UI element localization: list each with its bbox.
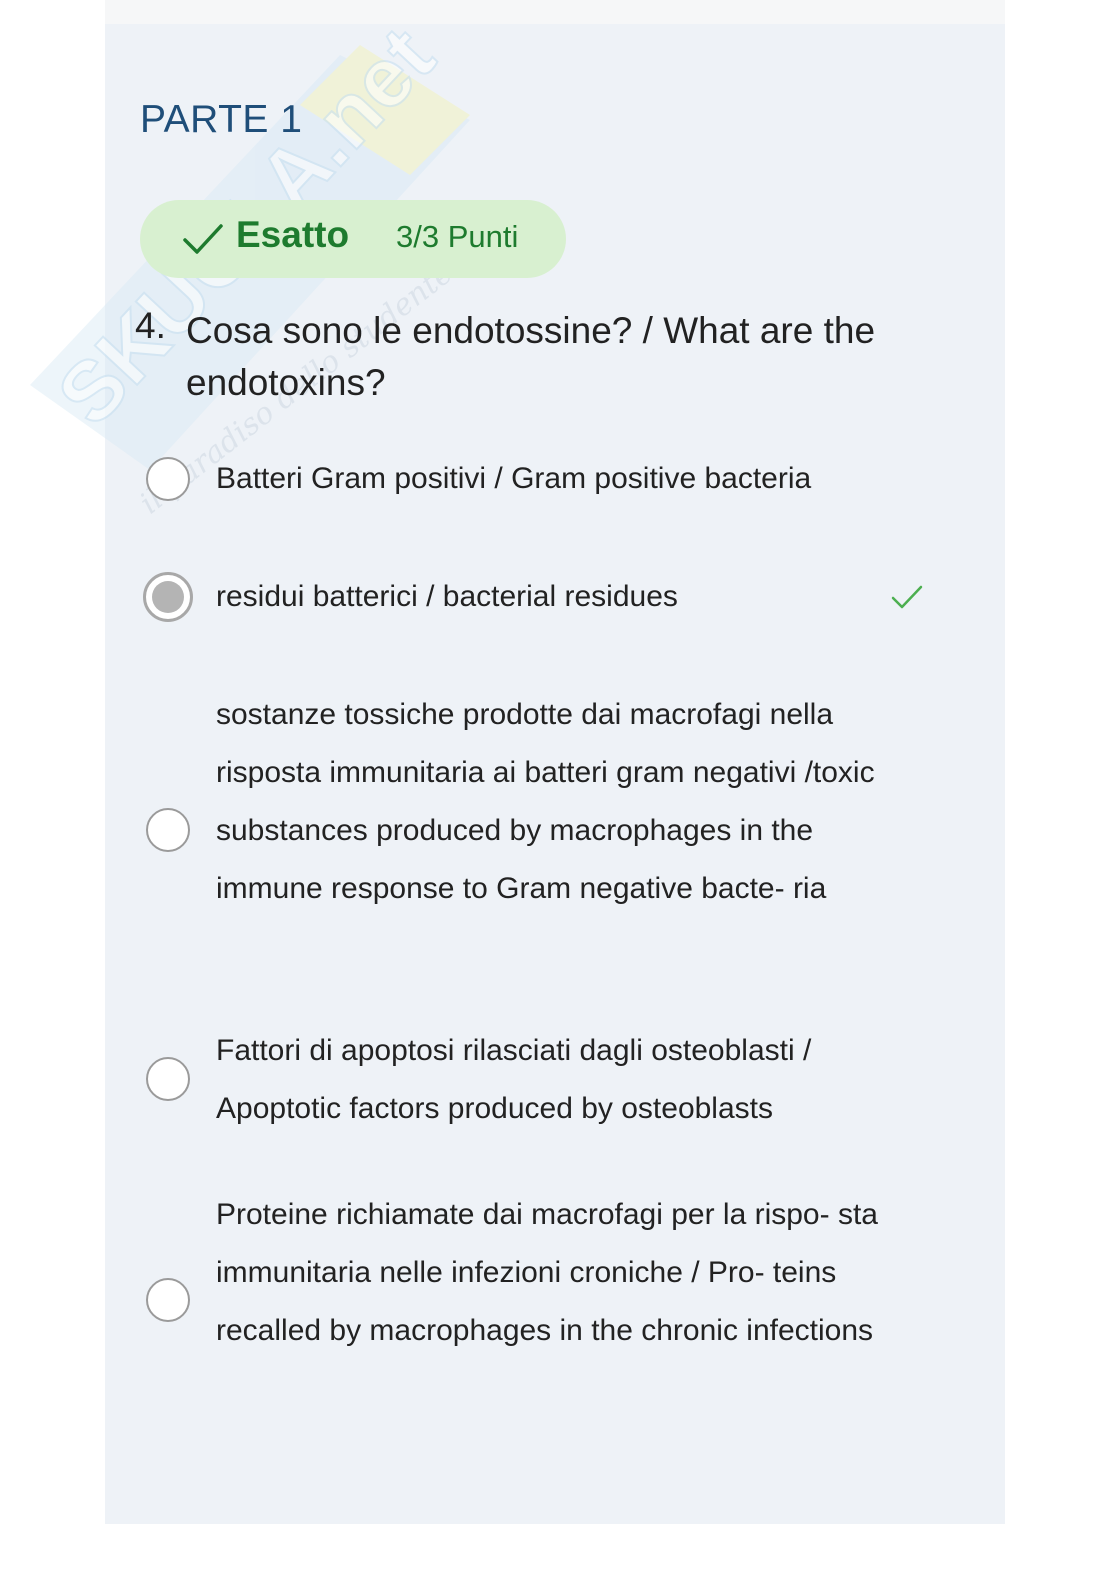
- correct-checkmark-icon: [891, 585, 923, 609]
- question-number: 4.: [135, 305, 166, 346]
- option-radio-4[interactable]: [146, 1057, 190, 1101]
- section-title: PARTE 1: [140, 98, 303, 141]
- option-label-5[interactable]: Proteine richiamate dai macrofagi per la…: [216, 1186, 921, 1360]
- checkmark-icon: [183, 224, 223, 254]
- result-status: Esatto: [236, 214, 350, 255]
- option-radio-5[interactable]: [146, 1278, 190, 1322]
- option-radio-1[interactable]: [146, 457, 190, 501]
- option-label-3[interactable]: sostanze tossiche prodotte dai macrofagi…: [216, 686, 921, 918]
- top-strip: [105, 0, 1005, 24]
- result-score: 3/3 Punti: [396, 219, 519, 254]
- option-label-2[interactable]: residui batterici / bacterial residues: [216, 568, 936, 626]
- option-label-1[interactable]: Batteri Gram positivi / Gram positive ba…: [216, 450, 936, 508]
- option-label-4[interactable]: Fattori di apoptosi rilasciati dagli ost…: [216, 1022, 906, 1138]
- option-radio-3[interactable]: [146, 808, 190, 852]
- question-text: Cosa sono le endotossine? / What are the…: [186, 310, 876, 403]
- quiz-page: SKUOLA.net il paradiso dello studente PA…: [0, 0, 1116, 1579]
- option-radio-2[interactable]: [143, 572, 193, 622]
